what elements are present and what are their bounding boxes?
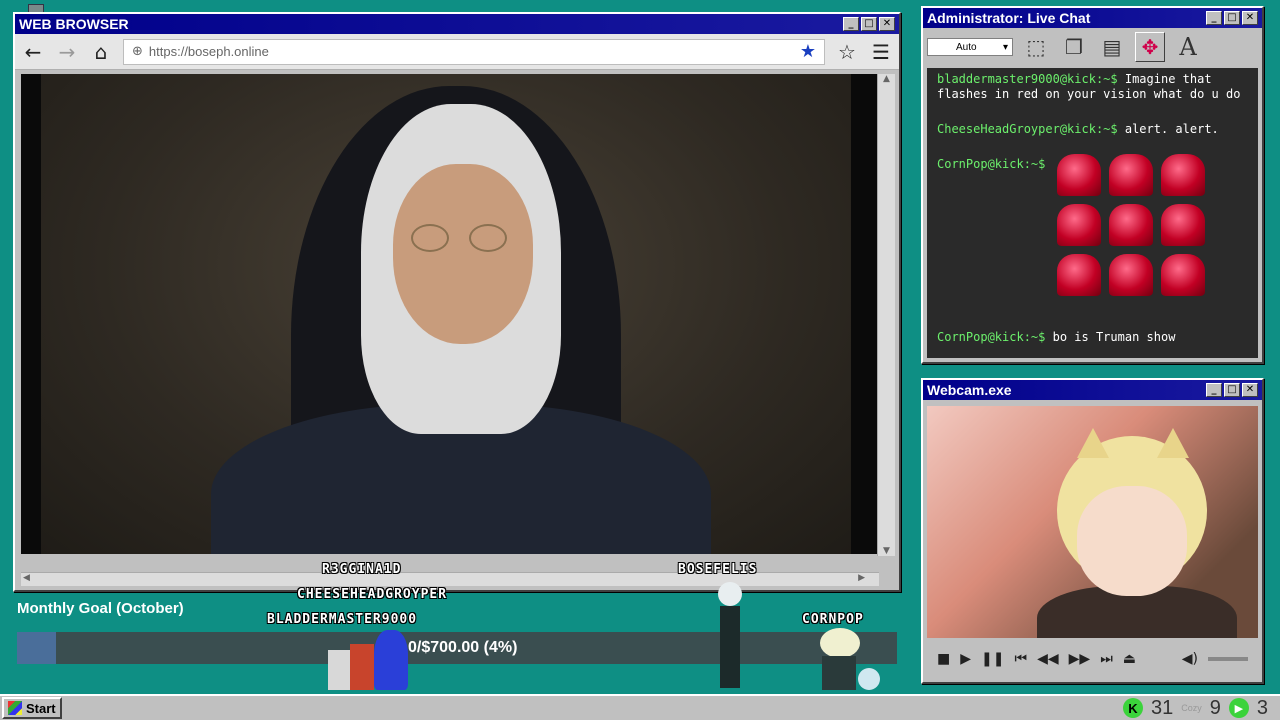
taskbar: Start K 31 Cozy 9 ▶ 3	[0, 694, 1280, 720]
scroll-down-arrow-icon[interactable]: ▼	[878, 546, 895, 556]
goal-progress-text: 0/$700.00 (4%)	[408, 639, 518, 656]
rewind-icon[interactable]: ◀◀	[1037, 651, 1059, 667]
minimize-button[interactable]: _	[1206, 11, 1222, 25]
chat-toolbar: Auto ▾ ⬚ ❐ ▤ ✥ A	[923, 28, 1262, 66]
sprite-name-bosefelis: BOSEFELIS	[678, 562, 758, 577]
alert-siren-emote	[1161, 254, 1205, 296]
webcam-titlebar[interactable]: Webcam.exe _ □ ✕	[923, 380, 1262, 400]
live-chat-window: Administrator: Live Chat _ □ ✕ Auto ▾ ⬚ …	[921, 6, 1264, 364]
alert-siren-emote	[1109, 204, 1153, 246]
start-button[interactable]: Start	[2, 697, 62, 719]
maximize-button[interactable]: □	[1224, 383, 1240, 397]
copy-icon[interactable]: ❐	[1059, 32, 1089, 62]
address-bar[interactable]: ⊕ https://boseph.online ★	[123, 38, 825, 65]
browser-title: WEB BROWSER	[19, 16, 129, 32]
sprite-name-cheese: CHEESEHEADGROYPER	[297, 587, 448, 602]
globe-icon: ⊕	[132, 44, 143, 59]
chat-message: CheeseHeadGroyper@kick:~$ alert. alert.	[937, 122, 1248, 137]
move-icon[interactable]: ✥	[1135, 32, 1165, 62]
webcam-feed	[927, 406, 1258, 638]
chat-message: bladdermaster9000@kick:~$ Imagine that f…	[937, 72, 1248, 102]
sprite-name-r3gginald: R3GGINA1D	[322, 562, 402, 577]
page-viewport[interactable]	[21, 74, 877, 554]
size-select[interactable]: Auto ▾	[927, 38, 1013, 56]
scroll-left-arrow-icon[interactable]: ◀	[23, 573, 30, 583]
alert-siren-emote	[1057, 254, 1101, 296]
tray-count-b: 9	[1209, 696, 1221, 719]
goal-progress-fill	[17, 632, 56, 664]
scroll-up-arrow-icon[interactable]: ▲	[878, 74, 895, 84]
sprite-cornpop	[800, 628, 884, 692]
play-icon[interactable]: ▶	[960, 651, 971, 667]
start-label: Start	[26, 700, 56, 716]
alert-siren-emote	[1161, 154, 1205, 196]
stop-icon[interactable]: ■	[937, 651, 950, 667]
back-arrow-icon[interactable]: ←	[21, 40, 45, 64]
volume-icon[interactable]: ◀)	[1182, 651, 1198, 667]
chat-text: bo is Truman show	[1052, 330, 1176, 344]
chat-titlebar[interactable]: Administrator: Live Chat _ □ ✕	[923, 8, 1262, 28]
alert-siren-emote	[1161, 204, 1205, 246]
browser-navbar: ← → ⌂ ⊕ https://boseph.online ★ ☆ ☰	[15, 34, 899, 70]
alert-siren-emote	[1109, 154, 1153, 196]
text-tool-icon[interactable]: A	[1173, 32, 1203, 62]
chat-text: alert. alert.	[1124, 122, 1219, 136]
skip-end-icon[interactable]: ⏭	[1100, 651, 1113, 667]
eject-icon[interactable]: ⏏	[1123, 651, 1136, 667]
sprite-group-characters	[328, 630, 418, 690]
vertical-scrollbar[interactable]: ▲ ▼	[877, 74, 895, 556]
maximize-button[interactable]: □	[861, 17, 877, 31]
windows-logo-icon	[8, 701, 22, 715]
volume-slider[interactable]	[1208, 657, 1248, 661]
kick-icon[interactable]: K	[1122, 698, 1143, 718]
chat-username: CheeseHeadGroyper@kick:~$	[937, 122, 1118, 136]
chat-messages[interactable]: bladdermaster9000@kick:~$ Imagine that f…	[927, 68, 1258, 358]
system-tray: K 31 Cozy 9 ▶ 3	[1122, 696, 1278, 720]
alert-siren-emote	[1109, 254, 1153, 296]
menu-icon[interactable]: ☰	[869, 40, 893, 64]
alert-siren-emote	[1057, 204, 1101, 246]
chat-message: CornPop@kick:~$	[937, 154, 1248, 296]
sprite-name-bladder: BLADDERMASTER9000	[267, 612, 418, 627]
close-button[interactable]: ✕	[1242, 383, 1258, 397]
fast-forward-icon[interactable]: ▶▶	[1069, 651, 1091, 667]
paste-icon[interactable]: ▤	[1097, 32, 1127, 62]
tray-count-a: 31	[1150, 696, 1174, 719]
home-icon[interactable]: ⌂	[89, 40, 113, 64]
close-button[interactable]: ✕	[879, 17, 895, 31]
skip-start-icon[interactable]: ⏮	[1014, 651, 1027, 667]
media-controls: ■ ▶ ❚❚ ⏮ ◀◀ ▶▶ ⏭ ⏏ ◀)	[927, 644, 1258, 674]
chat-username: CornPop@kick:~$	[937, 157, 1046, 171]
close-button[interactable]: ✕	[1242, 11, 1258, 25]
chat-message: CornPop@kick:~$ bo is Truman show	[937, 330, 1175, 345]
webcam-window: Webcam.exe _ □ ✕ ■ ▶ ❚❚ ⏮ ◀◀ ▶▶ ⏭ ⏏ ◀)	[921, 378, 1264, 684]
minimize-button[interactable]: _	[1206, 383, 1222, 397]
browser-titlebar[interactable]: WEB BROWSER _ □ ✕	[15, 14, 899, 34]
goal-title: Monthly Goal (October)	[17, 600, 184, 617]
alert-siren-emote	[1057, 154, 1101, 196]
size-select-value: Auto	[956, 41, 977, 53]
play-circle-icon[interactable]: ▶	[1228, 698, 1249, 718]
url-text: https://boseph.online	[148, 44, 269, 59]
tray-count-c: 3	[1256, 696, 1268, 719]
webcam-title: Webcam.exe	[927, 382, 1012, 398]
alert-emote-list	[1057, 154, 1248, 296]
chevron-down-icon: ▾	[1002, 41, 1008, 53]
select-region-icon[interactable]: ⬚	[1021, 32, 1051, 62]
favorites-star-icon[interactable]: ☆	[835, 40, 859, 64]
chat-username: bladdermaster9000@kick:~$	[937, 72, 1118, 86]
maximize-button[interactable]: □	[1224, 11, 1240, 25]
cozy-label: Cozy	[1181, 703, 1202, 713]
sprite-bosefelis	[712, 582, 748, 692]
forward-arrow-icon[interactable]: →	[55, 40, 79, 64]
scroll-right-arrow-icon[interactable]: ▶	[858, 573, 865, 583]
chat-username: CornPop@kick:~$	[937, 330, 1046, 344]
sprite-name-cornpop: CORNPOP	[802, 612, 864, 627]
nun-portrait-image	[41, 74, 851, 554]
web-browser-window: WEB BROWSER _ □ ✕ ← → ⌂ ⊕ https://boseph…	[13, 12, 901, 592]
minimize-button[interactable]: _	[843, 17, 859, 31]
bookmark-star-filled-icon[interactable]: ★	[800, 41, 816, 62]
pause-icon[interactable]: ❚❚	[981, 651, 1004, 667]
chat-title: Administrator: Live Chat	[927, 10, 1091, 26]
